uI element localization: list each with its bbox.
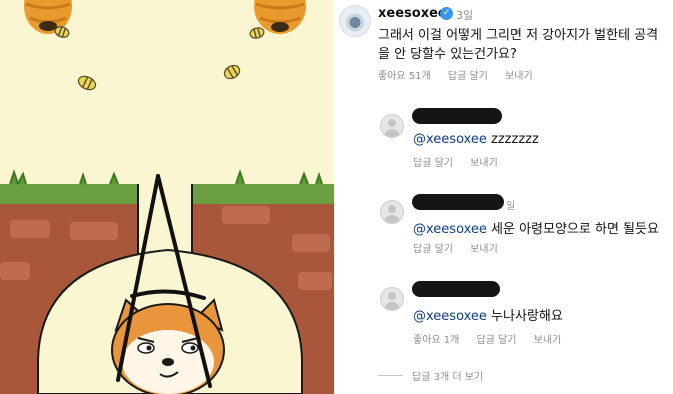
- reply-actions: 답글 달기 보내기: [413, 240, 512, 255]
- default-avatar-icon[interactable]: [380, 200, 404, 224]
- reply-text: @xeesoxee 세운 아령모양으로 하면 될듯요: [413, 218, 659, 237]
- bee-icon: [223, 64, 241, 80]
- reply-button[interactable]: 답글 달기: [448, 71, 488, 82]
- reply-text: @xeesoxee 누나사랑해요: [413, 305, 563, 324]
- game-scene: [0, 0, 334, 394]
- reply-actions: 좋아요 1개 답글 달기 보내기: [413, 331, 575, 346]
- redacted-username: [412, 194, 504, 210]
- reply-button[interactable]: 답글 달기: [477, 335, 517, 346]
- reply-text: @xeesoxee zzzzzzz: [413, 132, 539, 147]
- reply-body: 세운 아령모양으로 하면 될듯요: [486, 222, 659, 237]
- redacted-username: [412, 281, 500, 297]
- default-avatar-icon[interactable]: [380, 114, 404, 138]
- verified-badge-icon: ✓: [440, 7, 453, 20]
- mention-link[interactable]: @xeesoxee: [413, 222, 487, 237]
- reply-button[interactable]: 답글 달기: [413, 158, 453, 169]
- redacted-username: [412, 108, 502, 124]
- bee-icon: [77, 75, 97, 91]
- divider-line: [378, 375, 403, 376]
- like-count[interactable]: 좋아요 1개: [413, 335, 459, 346]
- reply-body: zzzzzzz: [486, 132, 539, 147]
- send-button[interactable]: 보내기: [470, 244, 498, 255]
- game-screenshot: [0, 0, 334, 394]
- mention-link[interactable]: @xeesoxee: [413, 132, 487, 147]
- blue-eye-avatar-icon[interactable]: [339, 5, 371, 37]
- mention-link[interactable]: @xeesoxee: [413, 309, 487, 324]
- like-count[interactable]: 좋아요 51개: [378, 71, 431, 82]
- reply-button[interactable]: 답글 달기: [413, 244, 453, 255]
- view-more-replies-button[interactable]: 답글 3개 더 보기: [412, 368, 483, 383]
- comment-username[interactable]: xeesoxee: [378, 6, 447, 21]
- comment-actions: 좋아요 51개 답글 달기 보내기: [378, 67, 547, 82]
- bee-icon: [249, 27, 265, 39]
- comment-time: 3일: [456, 9, 474, 22]
- reply-actions: 답글 달기 보내기: [413, 154, 512, 169]
- send-button[interactable]: 보내기: [470, 158, 498, 169]
- reply-body: 누나사랑해요: [486, 309, 563, 324]
- send-button[interactable]: 보내기: [534, 335, 562, 346]
- comment-text: 그래서 이걸 어떻게 그리면 저 강아지가 벌한테 공격을 안 당할수 있는건가…: [378, 28, 659, 62]
- send-button[interactable]: 보내기: [505, 71, 533, 82]
- default-avatar-icon[interactable]: [380, 287, 404, 311]
- reply-time: 일: [506, 201, 516, 212]
